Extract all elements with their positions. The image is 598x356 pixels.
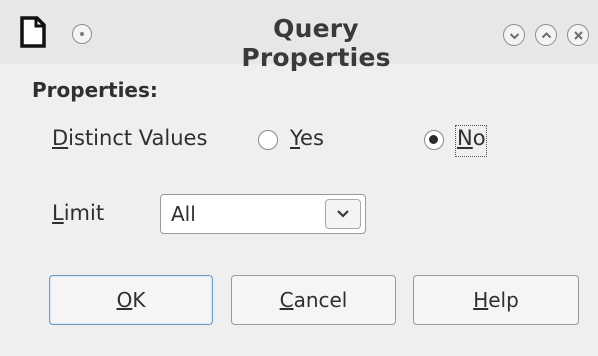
chevron-down-icon[interactable]	[503, 24, 525, 46]
cancel-mnemonic: C	[279, 288, 294, 312]
help-rest: elp	[488, 288, 519, 312]
window-title: Query Properties	[241, 14, 391, 72]
distinct-no-rest: o	[472, 126, 486, 150]
limit-label: Limit	[52, 201, 104, 225]
distinct-no-mnemonic: N	[457, 126, 473, 150]
cancel-rest: ancel	[293, 288, 348, 312]
document-icon	[20, 16, 46, 48]
distinct-yes-label[interactable]: Yes	[290, 126, 324, 150]
query-properties-dialog: Query Properties Properties: Distinct Va…	[0, 0, 598, 356]
limit-label-rest: imit	[63, 201, 105, 225]
limit-value: All	[171, 202, 196, 226]
ok-mnemonic: O	[116, 288, 133, 312]
cancel-button[interactable]: Cancel	[231, 275, 396, 325]
title-bar[interactable]: Query Properties	[0, 0, 598, 72]
limit-combobox[interactable]: All	[160, 194, 366, 234]
distinct-no-radio[interactable]	[424, 130, 444, 150]
limit-dropdown-button[interactable]	[325, 199, 361, 229]
distinct-yes-rest: es	[300, 126, 324, 150]
help-mnemonic: H	[473, 288, 489, 312]
ok-button[interactable]: OK	[49, 275, 213, 325]
window-menu-icon[interactable]	[72, 24, 92, 44]
distinct-no-label[interactable]: No	[457, 126, 486, 150]
distinct-yes-radio[interactable]	[258, 130, 278, 150]
distinct-values-label: Distinct Values	[52, 126, 207, 150]
limit-label-mnemonic: L	[52, 201, 64, 225]
close-icon[interactable]	[567, 24, 589, 46]
radio-selected-dot	[429, 135, 438, 144]
distinct-values-label-rest: istinct Values	[68, 126, 208, 150]
chevron-down-icon	[337, 210, 349, 218]
properties-heading: Properties:	[32, 78, 158, 102]
distinct-yes-mnemonic: Y	[290, 126, 301, 150]
help-button[interactable]: Help	[413, 275, 579, 325]
chevron-up-icon[interactable]	[535, 24, 557, 46]
distinct-values-label-mnemonic: D	[52, 126, 69, 150]
ok-rest: K	[132, 288, 146, 312]
